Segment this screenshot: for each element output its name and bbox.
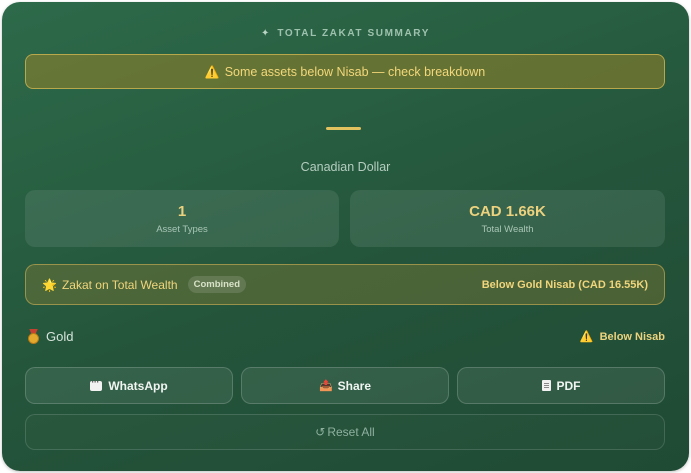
zakat-summary-card: ✦ TOTAL ZAKAT SUMMARY ⚠️ Some assets bel… xyxy=(2,2,689,471)
total-wealth-stat: CAD 1.66K Total Wealth xyxy=(350,190,665,247)
nisab-warning-text: Some assets below Nisab — check breakdow… xyxy=(224,64,486,79)
zakat-amount-placeholder-bar xyxy=(326,127,361,130)
reset-all-label: Reset All xyxy=(327,425,375,439)
combined-badge: Combined xyxy=(187,276,247,293)
asset-nisab-status: ⚠️ Below Nisab xyxy=(580,330,665,343)
medal-icon xyxy=(27,328,40,344)
asset-name: Gold xyxy=(46,328,74,344)
pdf-button[interactable]: PDF xyxy=(457,367,665,404)
total-wealth-label: Total Wealth xyxy=(481,223,534,235)
warning-icon: ⚠️ xyxy=(204,64,220,79)
nisab-warning-banner: ⚠️ Some assets below Nisab — check break… xyxy=(25,54,665,89)
zakat-total-wealth-row: 🌟 Zakat on Total Wealth Combined Below G… xyxy=(25,264,665,305)
share-tray-icon: 📤 xyxy=(318,380,333,392)
gold-nisab-status: Below Gold Nisab (CAD 16.55K) xyxy=(481,278,648,291)
asset-types-stat: 1 Asset Types xyxy=(25,190,339,247)
zakat-total-wealth-title: Zakat on Total Wealth xyxy=(61,277,178,292)
asset-types-value: 1 xyxy=(177,202,187,220)
whatsapp-label: WhatsApp xyxy=(108,378,168,393)
whatsapp-button[interactable]: WhatsApp xyxy=(25,367,233,404)
chat-icon xyxy=(90,377,103,391)
star-icon: 🌟 xyxy=(42,277,57,292)
share-label: Share xyxy=(337,378,372,393)
pdf-label: PDF xyxy=(556,378,581,393)
total-wealth-value: CAD 1.66K xyxy=(469,202,546,220)
summary-title: TOTAL ZAKAT SUMMARY xyxy=(277,28,430,39)
refresh-icon: ↺ xyxy=(315,425,326,439)
asset-types-label: Asset Types xyxy=(156,223,208,235)
summary-header: ✦ TOTAL ZAKAT SUMMARY xyxy=(2,28,689,39)
document-icon xyxy=(541,380,551,391)
asset-nisab-status-text: Below Nisab xyxy=(599,330,665,343)
warning-icon: ⚠️ xyxy=(579,330,594,343)
reset-all-button[interactable]: ↺ Reset All xyxy=(25,414,665,450)
currency-name: Canadian Dollar xyxy=(300,160,391,174)
sparkle-icon: ✦ xyxy=(261,28,271,39)
asset-row-gold: Gold ⚠️ Below Nisab xyxy=(27,327,665,345)
share-button[interactable]: 📤 Share xyxy=(241,367,449,404)
